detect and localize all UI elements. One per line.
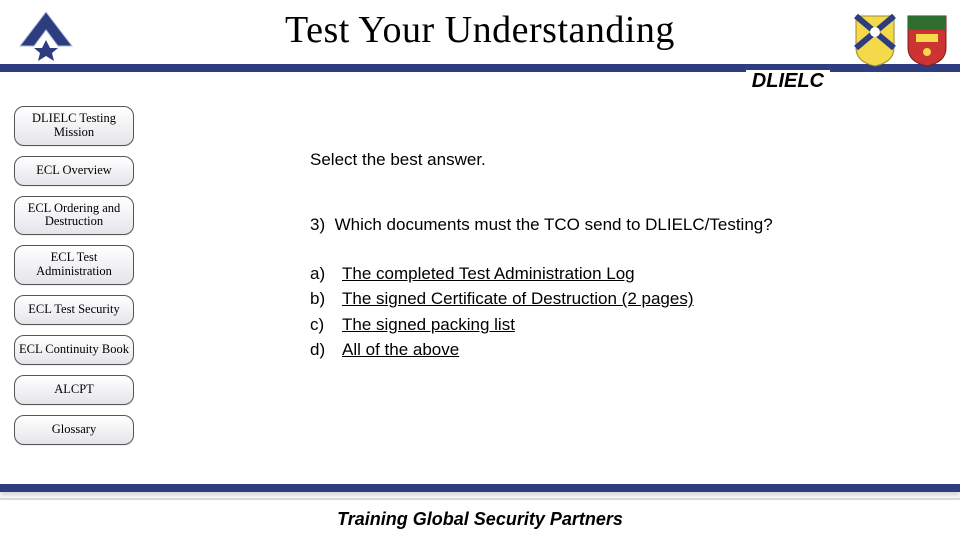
option-letter: b) (310, 286, 332, 312)
prompt-text: Select the best answer. (310, 150, 900, 170)
sidebar-item-ecl-overview[interactable]: ECL Overview (14, 156, 134, 186)
option-letter: d) (310, 337, 332, 363)
subbrand-label: DLIELC (746, 70, 830, 93)
flag-crest-icon (852, 12, 898, 68)
option-letter: a) (310, 261, 332, 287)
option-text: The signed packing list (342, 312, 515, 338)
question-text: 3) Which documents must the TCO send to … (310, 214, 900, 237)
footer-divider-shadow (0, 498, 960, 500)
footer-divider (0, 484, 960, 492)
option-text: All of the above (342, 337, 459, 363)
option-text: The completed Test Administration Log (342, 261, 635, 287)
unit-crest-icon (904, 12, 950, 68)
question-content: Select the best answer. 3) Which documen… (310, 150, 900, 363)
header: Test Your Understanding DLIELC (0, 0, 960, 80)
question-body: Which documents must the TCO send to DLI… (335, 215, 773, 234)
sidebar-item-ecl-ordering-destruction[interactable]: ECL Ordering and Destruction (14, 196, 134, 236)
option-a[interactable]: a) The completed Test Administration Log (310, 261, 900, 287)
option-c[interactable]: c) The signed packing list (310, 312, 900, 338)
sidebar-item-glossary[interactable]: Glossary (14, 415, 134, 445)
sidebar-item-ecl-continuity-book[interactable]: ECL Continuity Book (14, 335, 134, 365)
option-text: The signed Certificate of Destruction (2… (342, 286, 694, 312)
unit-crests (840, 0, 950, 80)
answer-options: a) The completed Test Administration Log… (310, 261, 900, 363)
sidebar-item-ecl-test-security[interactable]: ECL Test Security (14, 295, 134, 325)
sidebar-item-dlielc-testing-mission[interactable]: DLIELC Testing Mission (14, 106, 134, 146)
sidebar: DLIELC Testing Mission ECL Overview ECL … (14, 106, 134, 445)
sidebar-item-alcpt[interactable]: ALCPT (14, 375, 134, 405)
footer-tagline: Training Global Security Partners (0, 509, 960, 530)
sidebar-item-ecl-test-administration[interactable]: ECL Test Administration (14, 245, 134, 285)
option-b[interactable]: b) The signed Certificate of Destruction… (310, 286, 900, 312)
question-number: 3) (310, 215, 325, 234)
page-title: Test Your Understanding (0, 8, 960, 52)
option-d[interactable]: d) All of the above (310, 337, 900, 363)
option-letter: c) (310, 312, 332, 338)
